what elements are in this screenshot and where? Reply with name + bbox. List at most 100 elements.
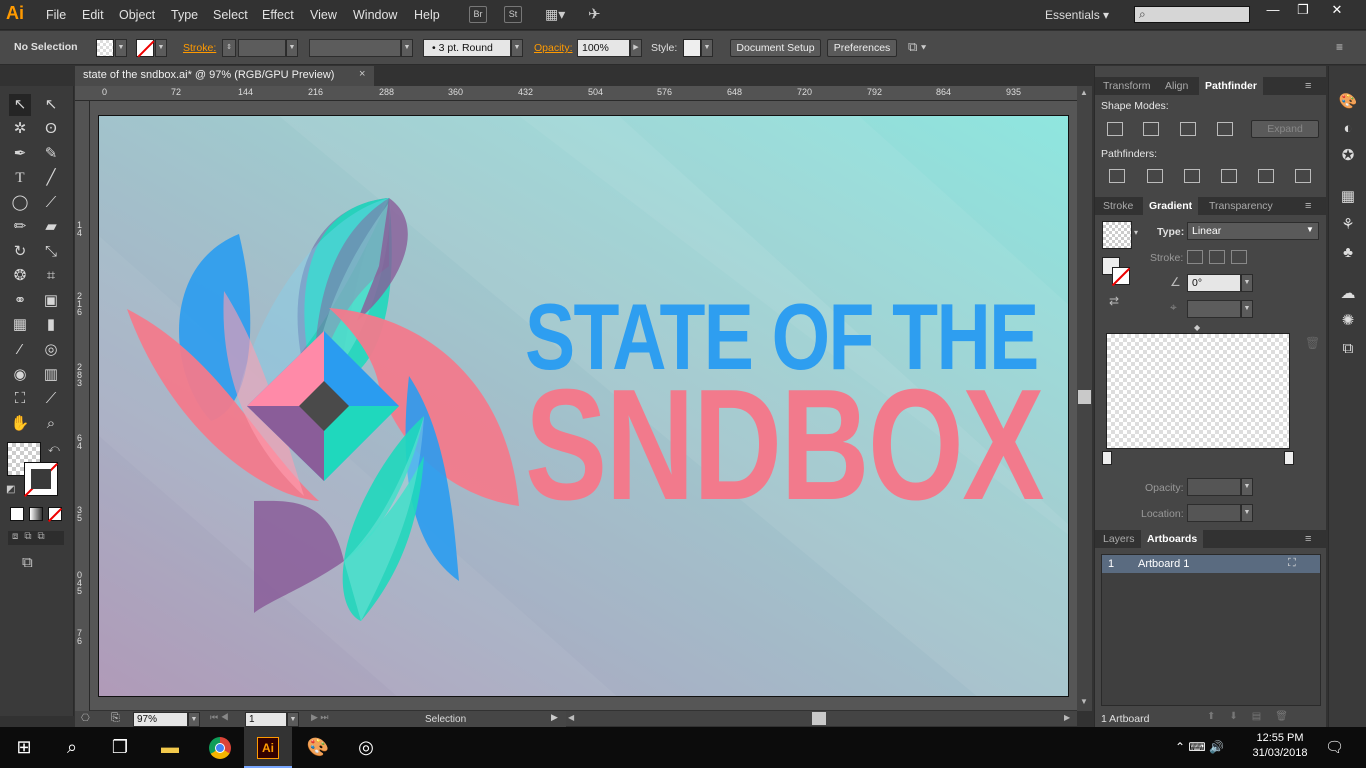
- zoom-dropdown-icon[interactable]: ▼: [188, 712, 200, 727]
- gradient-type-select[interactable]: Linear ▼: [1187, 222, 1319, 240]
- menu-select[interactable]: Select: [213, 8, 248, 22]
- color-mode-icon[interactable]: [10, 507, 24, 521]
- live-paint-tool-icon[interactable]: ▣: [40, 290, 62, 312]
- lasso-tool-icon[interactable]: ʘ: [40, 118, 62, 140]
- screen-recorder-icon[interactable]: ◎: [342, 727, 390, 768]
- gradient-tool-icon[interactable]: ▮: [40, 314, 62, 336]
- gradient-angle-field[interactable]: 0°: [1187, 274, 1241, 292]
- stop-opacity-dropdown-icon[interactable]: ▼: [1241, 478, 1253, 496]
- scroll-down-icon[interactable]: ▼: [1080, 697, 1088, 706]
- stroke-along-icon[interactable]: [1209, 250, 1225, 264]
- stroke-across-icon[interactable]: [1231, 250, 1247, 264]
- align-options-icon[interactable]: ⧉ ▾: [908, 39, 926, 55]
- stroke-color-box[interactable]: [24, 462, 58, 497]
- canvas-area[interactable]: STATE OF THE SNDBOX: [90, 101, 1077, 710]
- opacity-label[interactable]: Opacity:: [534, 42, 573, 54]
- bridge-button[interactable]: Br: [469, 6, 487, 23]
- perspective-grid-tool-icon[interactable]: ▦: [9, 314, 31, 336]
- list-item[interactable]: 1 Artboard 1 ⛶: [1102, 555, 1320, 573]
- line-tool-icon[interactable]: ╱: [40, 167, 62, 189]
- gradient-mode-icon[interactable]: [29, 507, 43, 521]
- graphic-style-swatch[interactable]: [683, 39, 701, 57]
- free-transform-tool-icon[interactable]: ⌗: [40, 265, 62, 287]
- close-button[interactable]: ✕: [1322, 2, 1352, 18]
- stroke-weight-stepper[interactable]: ⇕: [222, 39, 236, 57]
- stroke-within-icon[interactable]: [1187, 250, 1203, 264]
- artboard[interactable]: STATE OF THE SNDBOX: [98, 115, 1069, 697]
- swap-colors-icon[interactable]: ⤺: [48, 443, 60, 456]
- vertical-scrollbar[interactable]: ▲ ▼: [1077, 86, 1092, 711]
- control-menu-icon[interactable]: ≡: [1336, 40, 1343, 54]
- trim-icon[interactable]: [1147, 169, 1163, 183]
- zoom-field[interactable]: 97%: [133, 712, 188, 727]
- gradient-swatch[interactable]: [1102, 221, 1132, 249]
- stroke-weight-dropdown-icon[interactable]: ▼: [286, 39, 298, 57]
- minimize-button[interactable]: —: [1258, 2, 1288, 18]
- drawing-modes-icon[interactable]: ⧈⧉⧉: [8, 531, 64, 545]
- unite-icon[interactable]: [1107, 122, 1123, 136]
- artboard-actions-icon[interactable]: ⬆⬇▤🗑: [1207, 711, 1302, 722]
- scroll-right-icon[interactable]: ▶: [1064, 713, 1070, 722]
- menu-window[interactable]: Window: [353, 8, 397, 22]
- shape-builder-tool-icon[interactable]: ⚭: [9, 290, 31, 312]
- angle-dropdown-icon[interactable]: ▼: [1241, 274, 1253, 292]
- restore-button[interactable]: ❐: [1288, 2, 1318, 18]
- pen-tool-icon[interactable]: ✒: [9, 143, 31, 165]
- gradient-stroke-icon[interactable]: [1111, 267, 1131, 287]
- tab-stroke[interactable]: Stroke: [1103, 200, 1133, 212]
- stroke-label[interactable]: Stroke:: [183, 42, 216, 54]
- divide-icon[interactable]: [1109, 169, 1125, 183]
- hand-tool-icon[interactable]: ✋: [9, 413, 31, 435]
- type-tool-icon[interactable]: T: [9, 167, 31, 189]
- stock-button[interactable]: St: [504, 6, 522, 23]
- delete-stop-icon[interactable]: 🗑: [1305, 336, 1320, 350]
- menu-view[interactable]: View: [310, 8, 337, 22]
- color-guide-icon[interactable]: 🎨: [1338, 92, 1358, 112]
- tab-gradient[interactable]: Gradient: [1143, 197, 1199, 215]
- image-trace-icon[interactable]: ⧉: [1338, 339, 1358, 359]
- fill-dropdown-icon[interactable]: ▼: [115, 39, 127, 57]
- warp-tool-icon[interactable]: ❂: [9, 265, 31, 287]
- menu-effect[interactable]: Effect: [262, 8, 294, 22]
- ellipse-tool-icon[interactable]: ◯: [9, 192, 31, 214]
- preferences-button[interactable]: Preferences: [827, 39, 897, 57]
- document-setup-button[interactable]: Document Setup: [730, 39, 821, 57]
- menu-edit[interactable]: Edit: [82, 8, 104, 22]
- none-mode-icon[interactable]: [47, 507, 63, 523]
- document-tab[interactable]: state of the sndbox.ai* @ 97% (RGB/GPU P…: [75, 66, 374, 86]
- swatches-icon[interactable]: ▦: [1338, 187, 1358, 207]
- task-view-icon[interactable]: ❐: [96, 727, 144, 768]
- pencil-tool-icon[interactable]: ✏: [9, 216, 31, 238]
- stroke-weight-field[interactable]: [238, 39, 286, 57]
- status-menu-icon[interactable]: ▶: [551, 712, 558, 723]
- scale-tool-icon[interactable]: ⤡: [40, 241, 62, 263]
- horizontal-scrollbar[interactable]: ◀ ▶: [566, 711, 1077, 726]
- system-tray-icon[interactable]: ⌃ ⌨ 🔊: [1175, 740, 1224, 754]
- libraries-icon[interactable]: ☁: [1338, 284, 1358, 304]
- panel-menu-icon[interactable]: ≡: [1305, 533, 1311, 545]
- stop-opacity-field[interactable]: [1187, 478, 1241, 496]
- gradient-stop-left[interactable]: [1102, 451, 1112, 465]
- tab-transparency[interactable]: Transparency: [1209, 200, 1273, 212]
- share-icon[interactable]: ⎘: [111, 712, 120, 725]
- gradient-panel-icon[interactable]: ◐: [1338, 119, 1358, 139]
- tab-artboards[interactable]: Artboards: [1141, 530, 1204, 548]
- magic-wand-tool-icon[interactable]: ✲: [9, 118, 31, 140]
- aspect-ratio-field[interactable]: [1187, 300, 1241, 318]
- intersect-icon[interactable]: [1180, 122, 1196, 136]
- aspect-dropdown-icon[interactable]: ▼: [1241, 300, 1253, 318]
- scroll-left-icon[interactable]: ◀: [568, 713, 574, 722]
- paint-icon[interactable]: 🎨: [294, 727, 342, 768]
- blend-tool-icon[interactable]: ◎: [40, 339, 62, 361]
- cc-icon[interactable]: ⎔: [81, 713, 90, 724]
- panel-menu-icon[interactable]: ≡: [1305, 200, 1311, 212]
- stroke-dropdown-icon[interactable]: ▼: [155, 39, 167, 57]
- stop-location-field[interactable]: [1187, 504, 1241, 522]
- notifications-icon[interactable]: 🗨: [1325, 738, 1344, 756]
- column-graph-tool-icon[interactable]: ▥: [40, 364, 62, 386]
- outline-icon[interactable]: [1258, 169, 1274, 183]
- minus-front-icon[interactable]: [1143, 122, 1159, 136]
- stop-location-dropdown-icon[interactable]: ▼: [1241, 504, 1253, 522]
- vertical-scroll-thumb[interactable]: [1078, 390, 1091, 404]
- brush-definition-field[interactable]: • 3 pt. Round: [423, 39, 511, 57]
